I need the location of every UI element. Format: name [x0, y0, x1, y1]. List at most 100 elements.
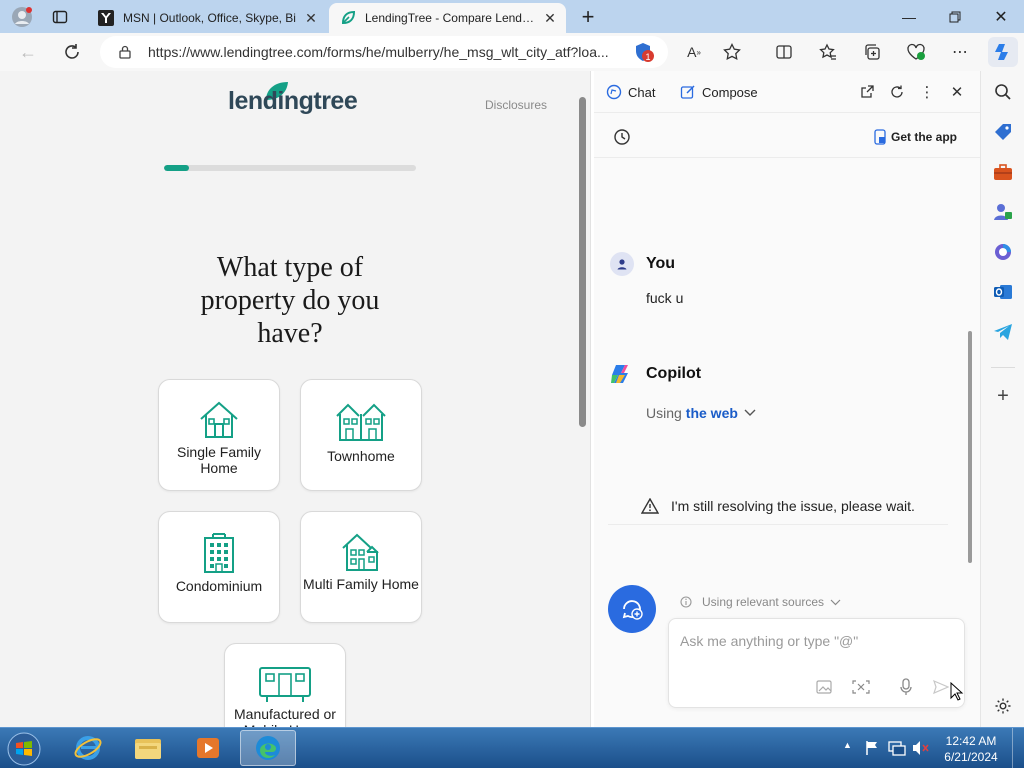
chat-icon	[606, 84, 622, 100]
history-icon[interactable]	[613, 128, 631, 151]
add-image-icon[interactable]	[815, 677, 835, 697]
browser-essentials-icon[interactable]	[905, 41, 927, 63]
screenshot-icon[interactable]	[851, 677, 871, 697]
copilot-subheader: Get the app	[594, 114, 980, 158]
option-multi-family-home[interactable]: Multi Family Home	[300, 511, 422, 623]
option-condominium[interactable]: Condominium	[158, 511, 280, 623]
lendingtree-logo[interactable]: lendingtree	[228, 80, 358, 116]
sidebar-settings-gear-icon[interactable]	[992, 695, 1014, 717]
search-icon[interactable]	[992, 81, 1014, 103]
close-window-button[interactable]: ✕	[978, 0, 1024, 33]
url-text: https://www.lendingtree.com/forms/he/mul…	[148, 44, 609, 60]
tab-compose[interactable]: Compose	[680, 84, 758, 100]
new-topic-icon	[622, 600, 643, 620]
copilot-toggle-icon[interactable]	[988, 37, 1018, 67]
outlook-icon[interactable]	[992, 281, 1014, 303]
copilot-header: Chat Compose ⋮ ✕	[594, 71, 980, 113]
games-icon[interactable]	[992, 201, 1014, 223]
using-the-web-toggle[interactable]: Using the web	[646, 405, 756, 421]
tracking-prevention-icon[interactable]: 1	[633, 41, 655, 63]
windows-start-icon	[7, 732, 41, 766]
taskbar-edge[interactable]	[240, 730, 296, 766]
tab-close-icon[interactable]: ✕	[538, 10, 562, 27]
favorites-icon[interactable]	[817, 41, 839, 63]
compose-icon	[680, 85, 695, 99]
form-progress-bar	[164, 165, 416, 171]
minimize-button[interactable]: —	[886, 0, 932, 33]
telegram-send-icon[interactable]	[992, 321, 1014, 343]
system-clock[interactable]: 12:42 AM 6/21/2024	[938, 733, 1004, 765]
townhome-icon	[336, 403, 386, 441]
chat-input[interactable]	[680, 633, 950, 649]
clock-date: 6/21/2024	[944, 750, 998, 764]
tab-title: LendingTree - Compare Lenders	[365, 11, 538, 25]
profile-icon[interactable]	[10, 5, 34, 29]
read-aloud-icon[interactable]: A»	[683, 41, 705, 63]
svg-text:1: 1	[645, 52, 650, 62]
split-screen-icon[interactable]	[773, 41, 795, 63]
option-label: Multi Family Home	[303, 576, 419, 592]
chevron-down-icon	[830, 599, 841, 605]
tools-briefcase-icon[interactable]	[992, 161, 1014, 183]
action-center-flag-icon[interactable]	[864, 740, 880, 759]
address-bar[interactable]: https://www.lendingtree.com/forms/he/mul…	[100, 36, 668, 68]
taskbar-file-explorer[interactable]	[120, 730, 176, 766]
page-scrollbar[interactable]	[578, 89, 587, 727]
network-icon[interactable]	[888, 740, 906, 759]
microphone-icon[interactable]	[896, 677, 916, 697]
taskbar-media-player[interactable]	[180, 730, 236, 766]
media-player-icon	[197, 738, 219, 758]
show-hidden-icons[interactable]: ▲	[843, 740, 852, 750]
disclosures-link[interactable]: Disclosures	[485, 98, 547, 112]
tab-close-icon[interactable]: ✕	[299, 10, 323, 27]
folder-icon	[135, 739, 161, 759]
close-sidebar-icon[interactable]: ✕	[948, 83, 966, 101]
add-sidebar-app-icon[interactable]: +	[992, 385, 1014, 407]
favorite-star-icon[interactable]	[721, 41, 743, 63]
house-icon	[200, 401, 238, 438]
shopping-tag-icon[interactable]	[992, 121, 1014, 143]
more-options-icon[interactable]: ⋮	[918, 83, 936, 101]
refresh-chat-icon[interactable]	[888, 83, 906, 101]
taskbar-internet-explorer[interactable]	[60, 730, 116, 766]
back-icon[interactable]: ←	[14, 38, 42, 66]
multi-family-icon	[342, 533, 379, 571]
lock-icon	[119, 45, 131, 59]
microsoft-365-icon[interactable]	[992, 241, 1014, 263]
copilot-scrollbar-thumb[interactable]	[968, 331, 972, 563]
restore-button[interactable]	[932, 0, 978, 33]
relevant-sources-toggle[interactable]: Using relevant sources	[680, 595, 841, 609]
msn-favicon-icon	[98, 10, 114, 26]
new-topic-button[interactable]	[608, 585, 656, 633]
volume-muted-icon[interactable]	[912, 740, 930, 759]
condominium-icon	[204, 533, 234, 573]
option-single-family-home[interactable]: Single Family Home	[158, 379, 280, 491]
get-the-app-button[interactable]: Get the app	[873, 129, 957, 145]
option-label: Townhome	[327, 448, 395, 464]
chat-input-box[interactable]	[668, 618, 965, 708]
copilot-sidebar: Chat Compose ⋮ ✕ Get the app You fuck u	[594, 71, 980, 727]
tab-chat[interactable]: Chat	[606, 84, 655, 100]
info-icon	[680, 596, 692, 608]
new-tab-icon[interactable]: +	[576, 4, 600, 29]
page-scrollbar-thumb[interactable]	[579, 97, 586, 427]
start-button[interactable]	[5, 731, 43, 767]
tab-msn[interactable]: MSN | Outlook, Office, Skype, Bi ✕	[87, 3, 327, 33]
settings-more-icon[interactable]: ⋯	[949, 41, 971, 63]
open-in-new-tab-icon[interactable]	[858, 83, 876, 101]
option-manufactured-mobile-home[interactable]: Manufactured or Mobile Home	[224, 643, 346, 727]
option-townhome[interactable]: Townhome	[300, 379, 422, 491]
refresh-icon[interactable]	[58, 38, 86, 66]
warning-icon	[641, 498, 660, 514]
mobile-home-icon	[259, 667, 311, 702]
user-avatar-icon	[610, 252, 634, 276]
tab-actions-icon[interactable]	[48, 5, 72, 29]
option-label: Single Family Home	[176, 444, 262, 476]
show-desktop-button[interactable]	[1012, 728, 1024, 768]
collections-icon[interactable]	[861, 41, 883, 63]
clock-time: 12:42 AM	[945, 734, 997, 748]
chevron-down-icon	[744, 409, 756, 416]
send-icon[interactable]	[931, 677, 951, 697]
tab-lendingtree[interactable]: LendingTree - Compare Lenders ✕	[329, 3, 566, 33]
browser-toolbar: ← https://www.lendingtree.com/forms/he/m…	[0, 33, 1024, 71]
